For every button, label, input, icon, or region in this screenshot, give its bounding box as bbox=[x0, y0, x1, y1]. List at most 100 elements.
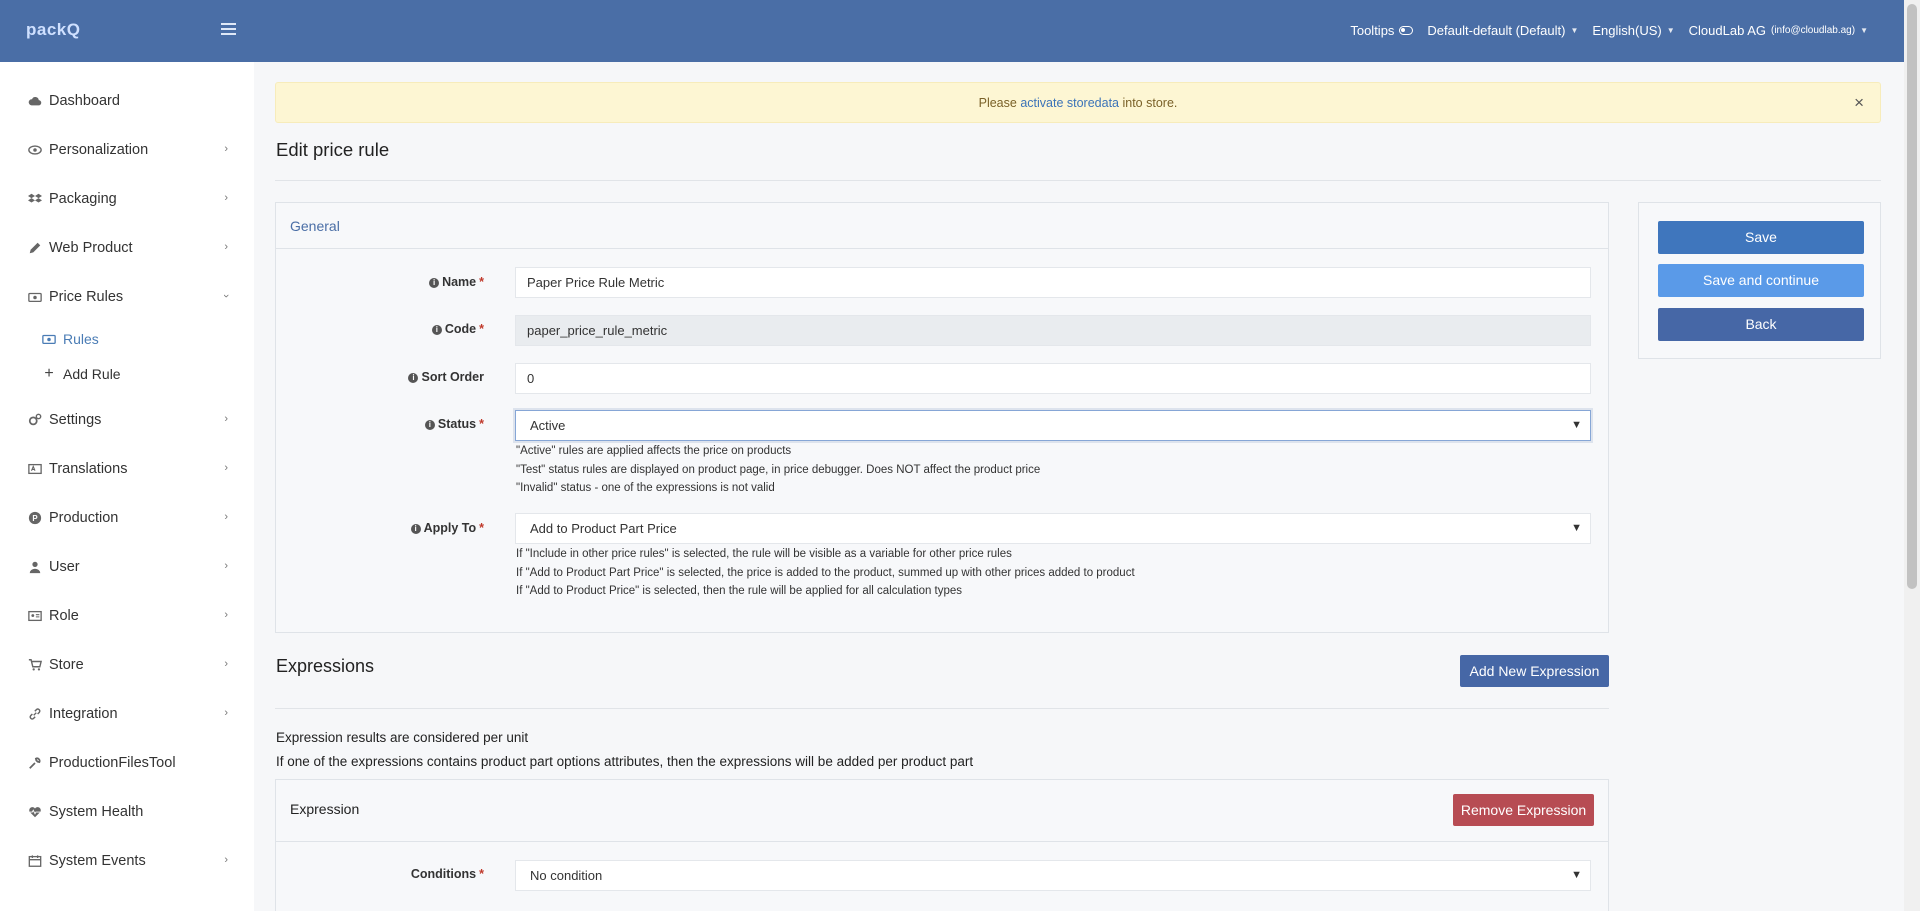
chevron-down-icon: ▼ bbox=[1571, 869, 1582, 881]
apply-to-help: If "Include in other price rules" is sel… bbox=[516, 548, 1135, 597]
sidebar-item-label: Translations bbox=[49, 461, 128, 477]
expression-note: Expression results are considered per un… bbox=[276, 730, 529, 745]
info-icon[interactable]: i bbox=[408, 373, 419, 383]
sidebar: Dashboard Personalization › Packaging › … bbox=[0, 62, 254, 911]
expression-note: If one of the expressions contains produ… bbox=[276, 754, 974, 769]
tooltips-label: Tooltips bbox=[1350, 23, 1395, 38]
sidebar-item-system-events[interactable]: System Events › bbox=[0, 845, 254, 877]
top-right-menu: Tooltips Default-default (Default) ▼ Eng… bbox=[1350, 23, 1868, 38]
sidebar-subitem-add-rule[interactable]: + Add Rule bbox=[0, 360, 254, 388]
tooltips-toggle[interactable]: Tooltips bbox=[1350, 23, 1414, 38]
apply-to-label: i Apply To * bbox=[284, 521, 484, 535]
sidebar-item-label: Store bbox=[49, 657, 84, 673]
sidebar-item-label: Packaging bbox=[49, 191, 117, 207]
chevron-right-icon: › bbox=[224, 462, 228, 474]
money-icon bbox=[27, 289, 43, 305]
code-input: paper_price_rule_metric bbox=[515, 315, 1591, 346]
status-help: "Active" rules are applied affects the p… bbox=[516, 445, 1041, 494]
sidebar-item-price-rules[interactable]: Price Rules › bbox=[0, 281, 254, 313]
info-icon[interactable]: i bbox=[429, 278, 440, 288]
code-label: i Code * bbox=[284, 322, 484, 336]
info-icon[interactable]: i bbox=[431, 325, 442, 335]
remove-expression-button[interactable]: Remove Expression bbox=[1453, 794, 1594, 826]
svg-text:P: P bbox=[32, 514, 37, 523]
caret-down-icon: ▼ bbox=[1570, 26, 1579, 35]
sidebar-item-user[interactable]: User › bbox=[0, 551, 254, 583]
conditions-select[interactable]: No condition ▼ bbox=[515, 860, 1591, 891]
language-label: English(US) bbox=[1592, 23, 1662, 38]
chevron-right-icon: › bbox=[224, 192, 228, 204]
sidebar-item-system-health[interactable]: System Health bbox=[0, 796, 254, 828]
status-label: i Status * bbox=[284, 417, 484, 431]
cart-icon bbox=[27, 657, 43, 673]
chevron-right-icon: › bbox=[224, 609, 228, 621]
save-button[interactable]: Save bbox=[1658, 221, 1864, 254]
sidebar-item-role[interactable]: Role › bbox=[0, 600, 254, 632]
money-icon bbox=[41, 331, 57, 347]
sidebar-item-packaging[interactable]: Packaging › bbox=[0, 183, 254, 215]
sidebar-item-store[interactable]: Store › bbox=[0, 649, 254, 681]
sidebar-item-settings[interactable]: Settings › bbox=[0, 404, 254, 436]
activate-storedata-link[interactable]: activate storedata bbox=[1020, 96, 1119, 110]
sidebar-item-production-files-tool[interactable]: ProductionFilesTool bbox=[0, 747, 254, 779]
info-icon[interactable]: i bbox=[410, 524, 421, 534]
page-title: Edit price rule bbox=[276, 139, 390, 160]
name-input[interactable]: Paper Price Rule Metric bbox=[515, 267, 1591, 298]
sidebar-item-integration[interactable]: Integration › bbox=[0, 698, 254, 730]
sidebar-item-label: Integration bbox=[49, 706, 118, 722]
apply-to-select[interactable]: Add to Product Part Price ▼ bbox=[515, 513, 1591, 544]
sidebar-item-label: Dashboard bbox=[49, 93, 120, 109]
sidebar-item-label: System Events bbox=[49, 853, 146, 869]
store-alert: Please activate storedata into store. × bbox=[275, 82, 1881, 123]
scrollbar-thumb[interactable] bbox=[1907, 4, 1917, 589]
divider bbox=[275, 708, 1609, 709]
general-panel-title: General bbox=[276, 203, 1608, 249]
app-logo[interactable]: packQ bbox=[26, 20, 80, 40]
sort-order-input[interactable]: 0 bbox=[515, 363, 1591, 394]
save-and-continue-button[interactable]: Save and continue bbox=[1658, 264, 1864, 297]
expression-title: Expression bbox=[276, 780, 1608, 842]
expressions-title: Expressions bbox=[276, 656, 375, 676]
caret-down-icon: ▼ bbox=[1666, 26, 1675, 35]
sidebar-item-translations[interactable]: Translations › bbox=[0, 453, 254, 485]
chevron-right-icon: › bbox=[224, 413, 228, 425]
link-icon bbox=[27, 706, 43, 722]
menu-toggle-icon[interactable] bbox=[221, 23, 236, 35]
eye-icon bbox=[27, 142, 43, 158]
sidebar-item-label: Settings bbox=[49, 412, 102, 428]
account-name: CloudLab AG bbox=[1688, 23, 1766, 38]
status-select[interactable]: Active ▼ bbox=[515, 410, 1591, 441]
info-icon[interactable]: i bbox=[424, 420, 435, 430]
account-menu[interactable]: CloudLab AG (info@cloudlab.ag) ▼ bbox=[1689, 23, 1868, 38]
sidebar-item-label: ProductionFilesTool bbox=[49, 755, 176, 771]
dropbox-icon bbox=[27, 191, 43, 207]
close-icon[interactable]: × bbox=[1854, 83, 1864, 123]
sidebar-item-dashboard[interactable]: Dashboard bbox=[0, 85, 254, 117]
wrench-icon bbox=[27, 755, 43, 771]
sidebar-subitem-rules[interactable]: Rules bbox=[0, 325, 254, 353]
store-selector-label: Default-default (Default) bbox=[1427, 23, 1566, 38]
sidebar-item-label: Production bbox=[49, 510, 119, 526]
actions-panel: Save Save and continue Back bbox=[1638, 202, 1881, 359]
top-bar: packQ Tooltips Default-default (Default)… bbox=[0, 0, 1904, 62]
sidebar-item-production[interactable]: P Production › bbox=[0, 502, 254, 534]
sort-order-label: i Sort Order bbox=[284, 370, 484, 384]
back-button[interactable]: Back bbox=[1658, 308, 1864, 341]
sidebar-item-web-product[interactable]: Web Product › bbox=[0, 232, 254, 264]
language-icon bbox=[27, 461, 43, 477]
sidebar-item-label: User bbox=[49, 559, 80, 575]
sidebar-item-label: System Health bbox=[49, 804, 144, 820]
add-new-expression-button[interactable]: Add New Expression bbox=[1460, 655, 1609, 687]
chevron-right-icon: › bbox=[224, 241, 228, 253]
user-icon bbox=[27, 559, 43, 575]
chevron-down-icon: › bbox=[220, 294, 233, 298]
page-scrollbar[interactable] bbox=[1904, 0, 1920, 911]
store-selector[interactable]: Default-default (Default) ▼ bbox=[1427, 23, 1578, 38]
toggle-icon[interactable] bbox=[1399, 26, 1414, 35]
language-selector[interactable]: English(US) ▼ bbox=[1592, 23, 1674, 38]
chevron-right-icon: › bbox=[224, 707, 228, 719]
expression-panel: Expression bbox=[275, 779, 1609, 911]
sidebar-item-personalization[interactable]: Personalization › bbox=[0, 134, 254, 166]
sidebar-item-label: Web Product bbox=[49, 240, 133, 256]
chevron-down-icon: ▼ bbox=[1571, 522, 1582, 534]
